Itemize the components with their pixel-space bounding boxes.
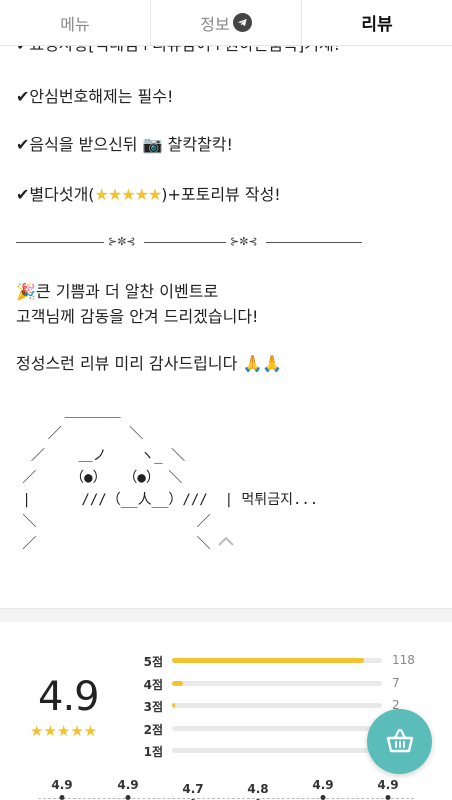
rating-bar-fill xyxy=(172,680,184,686)
praying-hands-icon: 🙏🙏 xyxy=(242,354,283,373)
average-stars: ★★★★★ xyxy=(30,722,98,740)
rating-bar-track xyxy=(172,680,382,686)
rating-bar-track xyxy=(172,748,382,753)
trend-point xyxy=(320,795,326,800)
notice-line-gratitude: 정성스런 리뷰 미리 감사드립니다 🙏🙏 xyxy=(16,354,283,373)
trend-value: 4.9 xyxy=(117,778,139,792)
trend-point xyxy=(59,795,65,800)
rating-label: 2점 xyxy=(143,722,163,737)
basket-icon xyxy=(385,726,415,758)
star-rating-inline: ★★★★★ xyxy=(94,185,163,204)
rating-bar-fill xyxy=(172,658,365,663)
rating-label: 1점 xyxy=(143,745,163,759)
notice-line-stars: ✔별다섯개(★★★★★)+포토리뷰 작성! xyxy=(16,185,281,204)
rating-trend: 4.9 4.9 4.7 4.8 4.9 4.9 xyxy=(0,778,452,800)
average-rating: 4.9 xyxy=(38,674,100,720)
cart-button[interactable] xyxy=(367,709,432,774)
rating-row: 5점 118 xyxy=(141,650,431,673)
owner-notice: ✔요청사항[닉네임+리뷰참여+원하는품목]기재! ✔안심번호해제는 필수! ✔음… xyxy=(0,46,452,606)
tab-info[interactable]: 정보 xyxy=(151,0,302,45)
rating-summary: 4.9 ★★★★★ 5점 118 4점 7 3점 2 2점 1점 4.9 4.9 4.7 4.8 4.… xyxy=(0,622,452,800)
party-popper-icon: 🎉 xyxy=(16,282,36,301)
rating-label: 5점 xyxy=(143,655,163,669)
section-divider xyxy=(0,608,452,622)
rating-count: 7 xyxy=(392,675,400,690)
trend-point xyxy=(385,795,391,800)
rating-bar-fill xyxy=(172,703,176,708)
rating-bar-track xyxy=(172,703,382,708)
trend-value: 4.9 xyxy=(312,778,334,792)
notice-line-thanks: 고객님께 감동을 안겨 드리겠습니다! xyxy=(16,307,259,326)
trend-value: 4.8 xyxy=(247,782,269,796)
rating-bar-track xyxy=(172,658,382,663)
ascii-art: ＿＿＿＿ ／ ＼ ／ ＿ノ ヽ_ ＼ ／ （●） （●） ＼ | ///（__人… xyxy=(22,404,319,552)
notice-line-photo: ✔음식을 받으신뒤 📷 찰칵찰칵! xyxy=(16,135,233,154)
tab-menu[interactable]: 메뉴 xyxy=(0,0,151,45)
notice-line-request: ✔요청사항[닉네임+리뷰참여+원하는품목]기재! xyxy=(16,46,340,56)
chevron-up-icon[interactable] xyxy=(216,533,236,547)
rating-count: 118 xyxy=(392,653,415,667)
rating-label: 4점 xyxy=(143,677,163,692)
rating-bar-track xyxy=(172,725,382,731)
trend-point xyxy=(125,795,131,800)
tab-bar: 메뉴 정보 리뷰 xyxy=(0,0,452,46)
rating-label: 3점 xyxy=(143,700,163,714)
telegram-icon xyxy=(232,13,252,32)
notice-line-safe-number: ✔안심번호해제는 필수! xyxy=(16,87,174,106)
trend-value: 4.9 xyxy=(51,778,73,792)
notice-line-event: 🎉큰 기쁨과 더 알찬 이벤트로 xyxy=(16,282,219,301)
trend-value: 4.7 xyxy=(182,782,204,796)
tab-review[interactable]: 리뷰 xyxy=(302,0,452,45)
rating-row: 4점 7 xyxy=(141,673,431,696)
trend-value: 4.9 xyxy=(377,778,399,792)
ornament-divider: ⊱✼⊰ ⊱✼⊰ xyxy=(16,235,362,249)
camera-icon: 📷 xyxy=(142,135,163,154)
trend-baseline xyxy=(38,798,414,799)
